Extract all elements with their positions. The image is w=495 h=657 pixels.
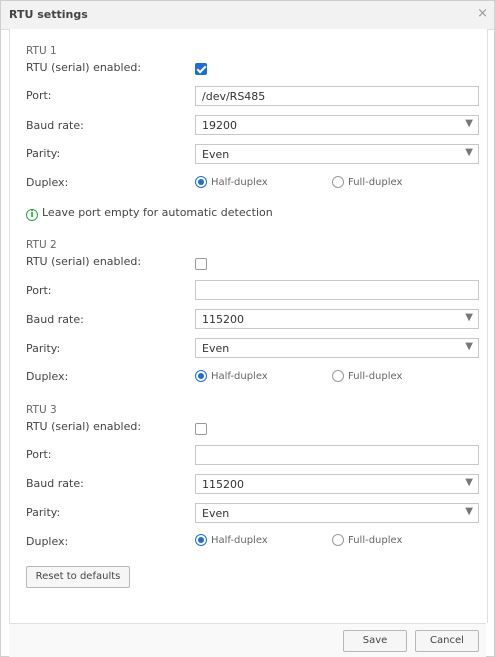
hint-text: Leave port empty for automatic detection xyxy=(42,206,273,219)
close-icon[interactable]: × xyxy=(477,6,488,21)
rtu3-enabled-label: RTU (serial) enabled: xyxy=(26,420,142,433)
rtu1-parity-value: Even xyxy=(202,148,230,161)
rtu1-enabled-checkbox[interactable] xyxy=(195,63,207,75)
rtu1-port-label: Port: xyxy=(26,89,52,102)
rtu3-port-label: Port: xyxy=(26,448,52,461)
rtu1-full-duplex-label: Full-duplex xyxy=(348,177,403,188)
rtu2-baud-label: Baud rate: xyxy=(26,313,84,326)
chevron-down-icon: ▼ xyxy=(465,147,473,158)
rtu3-duplex-label: Duplex: xyxy=(26,535,69,548)
rtu2-half-duplex-label: Half-duplex xyxy=(211,371,268,382)
chevron-down-icon: ▼ xyxy=(465,118,473,129)
rtu2-port-input[interactable] xyxy=(195,280,479,300)
rtu1-baud-select[interactable]: 19200 ▼ xyxy=(195,115,479,135)
dialog-content: RTU 1 RTU (serial) enabled: Port: /dev/R… xyxy=(9,29,488,623)
rtu2-full-duplex-radio[interactable] xyxy=(332,370,344,382)
rtu3-parity-select[interactable]: Even ▼ xyxy=(195,503,479,523)
rtu1-duplex-label: Duplex: xyxy=(26,176,69,189)
rtu2-half-duplex-radio[interactable] xyxy=(195,370,207,382)
rtu3-baud-select[interactable]: 115200 ▼ xyxy=(195,474,479,494)
rtu1-port-input[interactable]: /dev/RS485 xyxy=(195,86,479,106)
rtu3-half-duplex-label: Half-duplex xyxy=(211,535,268,546)
rtu1-enabled-label: RTU (serial) enabled: xyxy=(26,61,142,74)
rtu2-enabled-checkbox[interactable] xyxy=(195,258,207,270)
chevron-down-icon: ▼ xyxy=(465,506,473,517)
rtu1-parity-select[interactable]: Even ▼ xyxy=(195,144,479,164)
rtu3-half-duplex-radio[interactable] xyxy=(195,534,207,546)
dialog-footer: Save Cancel xyxy=(9,623,486,657)
rtu3-parity-label: Parity: xyxy=(26,506,61,519)
rtu1-baud-value: 19200 xyxy=(202,119,237,132)
rtu3-port-input[interactable] xyxy=(195,445,479,465)
chevron-down-icon: ▼ xyxy=(465,341,473,352)
chevron-down-icon: ▼ xyxy=(465,477,473,488)
rtu3-header: RTU 3 xyxy=(26,404,57,416)
dialog-titlebar: RTU settings × xyxy=(1,1,494,30)
rtu2-parity-label: Parity: xyxy=(26,342,61,355)
rtu1-baud-label: Baud rate: xyxy=(26,119,84,132)
rtu3-baud-value: 115200 xyxy=(202,478,244,491)
auto-detect-hint: i Leave port empty for automatic detectio… xyxy=(26,206,273,221)
rtu2-parity-select[interactable]: Even ▼ xyxy=(195,338,479,358)
chevron-down-icon: ▼ xyxy=(465,312,473,323)
rtu1-header: RTU 1 xyxy=(26,45,57,57)
save-button[interactable]: Save xyxy=(343,630,407,652)
rtu2-port-label: Port: xyxy=(26,284,52,297)
rtu2-full-duplex-label: Full-duplex xyxy=(348,371,403,382)
rtu2-enabled-label: RTU (serial) enabled: xyxy=(26,255,142,268)
rtu3-baud-label: Baud rate: xyxy=(26,477,84,490)
cancel-button[interactable]: Cancel xyxy=(415,630,479,652)
rtu2-parity-value: Even xyxy=(202,342,230,355)
rtu-settings-dialog: RTU settings × RTU 1 RTU (serial) enable… xyxy=(0,0,495,657)
rtu2-header: RTU 2 xyxy=(26,239,57,251)
rtu1-full-duplex-radio[interactable] xyxy=(332,176,344,188)
rtu3-enabled-checkbox[interactable] xyxy=(195,423,207,435)
rtu1-half-duplex-radio[interactable] xyxy=(195,176,207,188)
rtu3-parity-value: Even xyxy=(202,507,230,520)
rtu2-baud-value: 115200 xyxy=(202,313,244,326)
info-icon: i xyxy=(26,209,38,221)
rtu3-full-duplex-radio[interactable] xyxy=(332,534,344,546)
rtu2-duplex-label: Duplex: xyxy=(26,370,69,383)
reset-to-defaults-button[interactable]: Reset to defaults xyxy=(26,566,130,588)
rtu1-half-duplex-label: Half-duplex xyxy=(211,177,268,188)
rtu1-parity-label: Parity: xyxy=(26,147,61,160)
rtu2-baud-select[interactable]: 115200 ▼ xyxy=(195,309,479,329)
rtu3-full-duplex-label: Full-duplex xyxy=(348,535,403,546)
dialog-title: RTU settings xyxy=(9,8,88,21)
